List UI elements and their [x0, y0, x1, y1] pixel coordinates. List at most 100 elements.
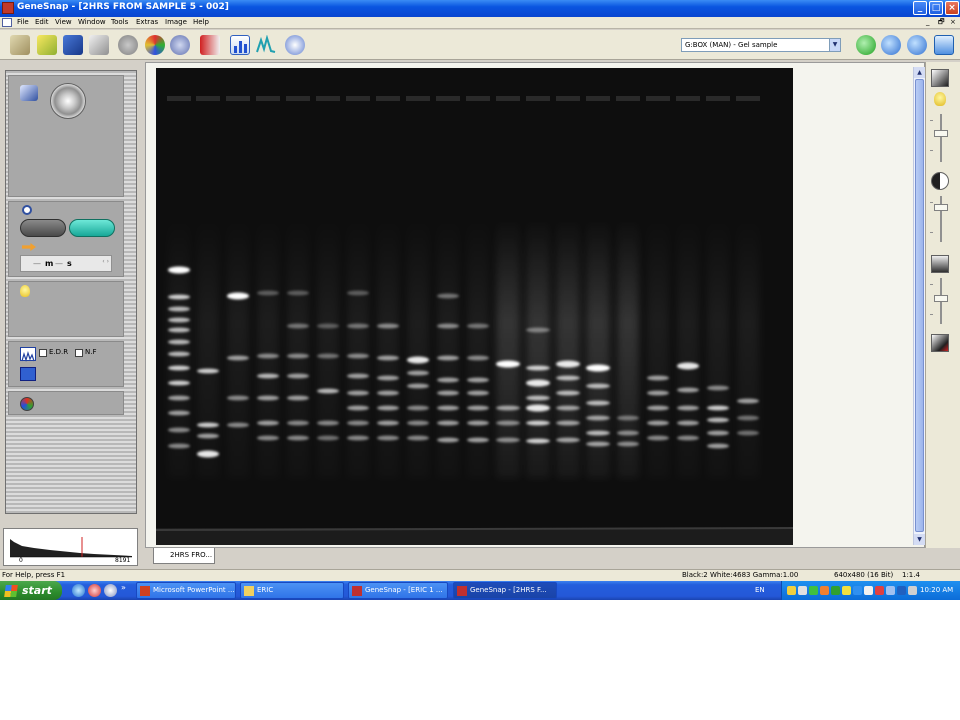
color-wheel-icon[interactable] — [20, 397, 34, 411]
levels-slider-thumb[interactable] — [934, 295, 948, 302]
document-icon[interactable] — [2, 18, 12, 27]
scroll-down-button[interactable]: ▼ — [914, 534, 925, 545]
tray-mail-icon[interactable] — [864, 586, 873, 595]
scroll-up-button[interactable]: ▲ — [914, 67, 925, 78]
tray-messenger-icon[interactable] — [809, 586, 818, 595]
taskbar-folder[interactable]: ERIC — [240, 582, 344, 599]
menu-file[interactable]: File — [17, 18, 29, 26]
print-icon[interactable] — [89, 35, 109, 55]
taskbar-genesnap-active[interactable]: GeneSnap - [2HRS F... — [453, 582, 557, 599]
dna-band — [556, 437, 580, 443]
capture-mode-select[interactable]: G:BOX (MAN) - Gel sample ▼ — [681, 38, 841, 52]
invert-icon[interactable] — [931, 334, 949, 352]
menu-window[interactable]: Window — [78, 18, 106, 26]
image-viewport[interactable]: ▲ ▼ — [145, 62, 925, 548]
live-mode-button[interactable] — [69, 219, 115, 237]
zoom-in-icon[interactable] — [856, 35, 876, 55]
status-bar: For Help, press F1 Black:2 White:4683 Ga… — [0, 569, 960, 581]
start-button[interactable]: start — [0, 581, 62, 600]
levels-icon[interactable] — [931, 255, 949, 273]
exposure-time-field[interactable]: — m — s ‹ › — [20, 255, 112, 272]
dna-band — [586, 441, 610, 447]
dna-band — [287, 353, 309, 359]
waveform-icon[interactable] — [20, 347, 36, 363]
menu-image[interactable]: Image — [165, 18, 187, 26]
tray-bluetooth-icon[interactable] — [897, 586, 906, 595]
gamma-slider-thumb[interactable] — [934, 204, 948, 211]
settings-icon[interactable] — [170, 35, 190, 55]
camera-mode-button[interactable] — [20, 219, 66, 237]
dna-band — [257, 435, 279, 441]
zoom-out-icon[interactable] — [881, 35, 901, 55]
maximize-button[interactable]: □ — [929, 1, 943, 15]
tray-arrow-icon[interactable] — [787, 586, 796, 595]
media-icon[interactable] — [88, 584, 101, 597]
camera-icon[interactable] — [20, 85, 38, 101]
clock[interactable]: 10:20 AM — [920, 586, 953, 594]
tray-display-icon[interactable] — [886, 586, 895, 595]
edr-checkbox[interactable] — [39, 349, 47, 357]
document-tab[interactable]: 2HRS FRO... — [153, 548, 215, 564]
dna-band — [168, 327, 190, 333]
book-icon[interactable] — [200, 35, 220, 55]
tray-update-icon[interactable] — [831, 586, 840, 595]
gamma-icon[interactable] — [931, 172, 949, 190]
help-icon[interactable] — [285, 35, 305, 55]
mdi-restore-button[interactable]: 🗗 — [938, 18, 945, 29]
minimize-button[interactable]: _ — [913, 1, 927, 15]
tray-alert-icon[interactable] — [842, 586, 851, 595]
nf-checkbox[interactable] — [75, 349, 83, 357]
language-indicator[interactable]: EN — [755, 586, 765, 594]
peaks-icon[interactable] — [256, 34, 276, 55]
scroll-thumb[interactable] — [915, 79, 924, 532]
save-icon[interactable] — [63, 35, 83, 55]
tray-sync-icon[interactable] — [853, 586, 862, 595]
tray-volume-icon[interactable] — [908, 586, 917, 595]
tray-antivirus-icon[interactable] — [875, 586, 884, 595]
title-bar[interactable]: GeneSnap - [2HRS FROM SAMPLE 5 - 002] _ … — [0, 0, 960, 17]
brightness-icon[interactable] — [934, 92, 946, 106]
mdi-close-button[interactable]: × — [950, 18, 956, 26]
dna-band — [526, 365, 550, 371]
menu-view[interactable]: View — [55, 18, 72, 26]
dna-band — [168, 427, 190, 433]
gamma-slider-track[interactable] — [940, 196, 942, 242]
new-icon[interactable] — [10, 35, 30, 55]
vertical-scrollbar[interactable]: ▲ ▼ — [913, 67, 925, 545]
tray-network-icon[interactable] — [798, 586, 807, 595]
capture-button[interactable] — [50, 83, 86, 119]
menu-edit[interactable]: Edit — [35, 18, 49, 26]
head-icon[interactable] — [118, 35, 138, 55]
quick-launch-more[interactable]: » — [121, 583, 126, 592]
zoom-actual-icon[interactable] — [907, 35, 927, 55]
desktop-icon[interactable] — [104, 584, 117, 597]
gel-image[interactable] — [156, 68, 793, 545]
brightness-slider-thumb[interactable] — [934, 130, 948, 137]
open-icon[interactable] — [37, 35, 57, 55]
chevron-down-icon[interactable]: ▼ — [829, 39, 840, 51]
brightness-slider-track[interactable] — [940, 114, 942, 162]
menu-extras[interactable]: Extras — [136, 18, 158, 26]
taskbar: start » Microsoft PowerPoint ... ERIC Ge… — [0, 581, 960, 600]
zoom-fit-icon[interactable] — [934, 35, 954, 55]
dna-band — [168, 410, 190, 416]
menu-help[interactable]: Help — [193, 18, 209, 26]
tray-security-icon[interactable] — [820, 586, 829, 595]
screen: GeneSnap - [2HRS FROM SAMPLE 5 - 002] _ … — [0, 0, 960, 600]
menu-tools[interactable]: Tools — [111, 18, 128, 26]
menu-bar: File Edit View Window Tools Extras Image… — [0, 17, 960, 29]
mdi-minimize-button[interactable]: _ — [926, 18, 930, 26]
taskbar-powerpoint[interactable]: Microsoft PowerPoint ... — [136, 582, 236, 599]
light-bulb-icon[interactable] — [20, 285, 30, 297]
dna-band — [287, 435, 309, 441]
exposure-spinner[interactable]: ‹ › — [102, 258, 109, 265]
genesnap-app-icon[interactable] — [2, 2, 14, 14]
contrast-icon[interactable] — [931, 69, 949, 87]
dna-band — [168, 443, 190, 449]
internet-explorer-icon[interactable] — [72, 584, 85, 597]
histogram-icon[interactable] — [230, 35, 250, 55]
close-button[interactable]: × — [945, 1, 959, 15]
grid-icon[interactable] — [20, 367, 36, 381]
color-icon[interactable] — [145, 35, 165, 55]
taskbar-genesnap-eric[interactable]: GeneSnap - [ERIC 1 ... — [348, 582, 448, 599]
